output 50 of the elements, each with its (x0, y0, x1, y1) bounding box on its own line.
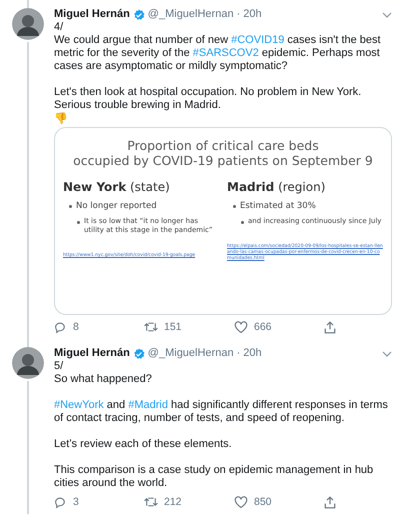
like-count: 850 (254, 496, 272, 508)
heart-icon[interactable] (234, 496, 248, 508)
tweet-text: This comparison is a case study on epidemic management in hub cities around the world. (54, 464, 374, 490)
author-name[interactable]: Miguel Hernán (54, 8, 130, 21)
timestamp[interactable]: 20h (243, 347, 262, 360)
column-heading: New York (state) (63, 180, 171, 194)
bullet-icon (77, 221, 80, 224)
slide-title: occupied by COVID-19 patients on September 9 (73, 153, 373, 168)
chevron-down-icon[interactable] (382, 350, 392, 356)
reply-count: 3 (73, 496, 79, 508)
tweet-text: #NewYork and #Madrid had significantly different responses in terms of contact tracing, number of tests, and speed of reopening. (54, 399, 389, 425)
author-name[interactable]: Miguel Hernán (54, 347, 130, 360)
bullet-icon (69, 205, 72, 208)
user-handle[interactable]: @_MiguelHernan (148, 8, 234, 21)
user-handle[interactable]: @_MiguelHernan (148, 347, 234, 360)
emoji: 👎 (54, 112, 68, 126)
thread-number: 5/ (54, 360, 64, 373)
bullet-text: No longer reported (76, 201, 157, 211)
tweet-text: So what happened? (54, 373, 153, 386)
share-icon[interactable] (324, 496, 336, 508)
separator: · (236, 8, 240, 21)
retweet-icon[interactable] (144, 321, 158, 333)
slide-title: Proportion of critical care beds (127, 138, 319, 153)
reply-icon[interactable] (54, 496, 67, 508)
bullet-text: Estimated at 30% (240, 201, 316, 211)
retweet-count: 151 (164, 320, 182, 334)
bullet-icon (241, 221, 244, 224)
reply-count: 8 (73, 320, 79, 334)
thread-number: 4/ (54, 21, 64, 34)
retweet-icon[interactable] (144, 496, 158, 508)
bullet-icon (233, 205, 236, 208)
column-heading: Madrid (region) (227, 180, 326, 194)
chevron-down-icon[interactable] (382, 12, 392, 18)
tweet-text: Let's then look at hospital occupation. No problem in New York. Serious trouble brewing in Madrid. (54, 86, 362, 112)
hashtag-link[interactable]: #COVID19 (231, 34, 284, 46)
heart-icon[interactable] (234, 321, 248, 333)
separator: · (236, 347, 240, 360)
avatar[interactable] (12, 347, 44, 379)
tweet-text: We could argue that number of new #COVID19 cases isn't the best metric for the severity of the #SARSCOV2 epidemic. Perhaps most cases are asymptomatic or mildly symptomatic? (54, 34, 382, 73)
share-icon[interactable] (324, 320, 336, 334)
retweet-count: 212 (164, 496, 182, 508)
timestamp[interactable]: 20h (243, 8, 262, 21)
reply-icon[interactable] (54, 320, 67, 334)
like-count: 666 (254, 320, 272, 334)
avatar[interactable] (12, 8, 44, 40)
hashtag-link[interactable]: #SARSCOV2 (192, 47, 259, 59)
hashtag-link[interactable]: #NewYork (54, 399, 104, 411)
tweet-text: Let’s review each of these elements. (54, 438, 233, 451)
hashtag-link[interactable]: #Madrid (128, 399, 168, 411)
slide-image[interactable] (54, 127, 392, 315)
